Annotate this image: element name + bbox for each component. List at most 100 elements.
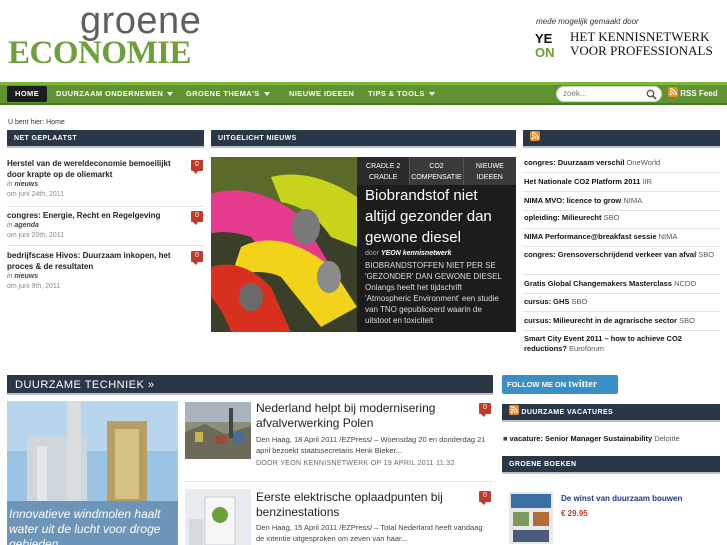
featured-author[interactable]: YEON kennisnetwerk (381, 250, 451, 257)
fuel-nozzles-photo[interactable] (211, 157, 357, 332)
comment-count-badge[interactable]: 0 (479, 403, 491, 417)
news-title-link[interactable]: congres: Energie, Recht en Regelgeving (7, 210, 187, 221)
vacatures-heading: DUURZAME VACATURES (502, 404, 720, 422)
feed-item-title: congres: Grensoverschrijdend verkeer van… (524, 250, 697, 259)
feed-item-source: SBO (679, 316, 695, 325)
featured-byline: door YEON kennisnetwerk (365, 248, 508, 260)
nav-groene-themas-label: GROENE THEMA'S (186, 89, 260, 98)
list-item[interactable]: opleiding: Milieurecht SBO (524, 213, 720, 223)
nav-tips-tools[interactable]: TIPS & TOOLS (368, 85, 435, 103)
feed-item-source: NCDO (674, 279, 697, 288)
list-item[interactable]: cursus: GHS SBO (524, 297, 720, 307)
story-title-link[interactable]: Eerste elektrische oplaadpunten bij benz… (256, 490, 476, 520)
feed-item-title: cursus: GHS (524, 297, 570, 306)
news-date: om juni 20th, 2011 (7, 232, 65, 239)
nav-nieuwe-ideeen[interactable]: NIEUWE IDEEEN (289, 85, 354, 103)
comment-count-badge[interactable]: 0 (479, 491, 491, 505)
featured-title[interactable]: Biobrandstof niet altijd gezonder dan ge… (365, 185, 508, 248)
charging-point-photo[interactable] (185, 489, 251, 545)
search-input[interactable]: zoek... (556, 86, 662, 102)
sponsor-name[interactable]: HET KENNISNETWERK VOOR PROFESSIONALS (570, 30, 713, 58)
divider (7, 206, 204, 207)
feed-item-source: NIMA (623, 196, 643, 205)
comment-count-badge[interactable]: 0 (191, 160, 203, 174)
rss-icon (668, 87, 678, 97)
net-geplaatst-heading: NET GEPLAATST (7, 130, 204, 148)
vacature-source: Deloitte (654, 434, 680, 443)
rss-icon[interactable] (509, 405, 519, 415)
book-title-link[interactable]: De winst van duurzaam bouwen (561, 494, 682, 503)
sponsor-name-line-1: HET KENNISNETWERK (570, 29, 710, 44)
feed-item-source: IIR (642, 177, 652, 186)
list-item[interactable]: NIMA MVO: licence to grow NIMA (524, 196, 720, 206)
feed-item-title: NIMA MVO: licence to grow (524, 196, 622, 205)
news-category: in nieuws (7, 272, 187, 282)
rss-icon[interactable] (530, 131, 540, 141)
book-price: € 29.95 (561, 509, 588, 518)
category-link[interactable]: nieuws (14, 181, 38, 188)
divider (523, 228, 720, 229)
divider (523, 246, 720, 247)
divider (185, 481, 493, 482)
divider (523, 172, 720, 173)
comment-count-badge[interactable]: 0 (191, 251, 203, 265)
news-category: in agenda (7, 221, 187, 231)
chevron-down-icon (263, 92, 270, 97)
chevron-down-icon (167, 92, 174, 97)
list-item[interactable]: congres: Duurzaam verschil OneWorld (524, 158, 720, 168)
list-item[interactable]: congres: Grensoverschrijdend verkeer van… (524, 250, 720, 260)
feed-item-title: Het Nationale CO2 Platform 2011 (524, 177, 641, 186)
nav-groene-themas[interactable]: GROENE THEMA'S (186, 85, 270, 103)
comment-count-badge[interactable]: 0 (191, 211, 203, 225)
news-date: om juni 9th, 2011 (7, 283, 61, 290)
rss-feed-label: RSS Feed (680, 89, 718, 98)
story-byline: DOOR YEON KENNISNETWERK OP 19 APRIL 2011… (256, 460, 455, 467)
list-item[interactable]: Het Nationale CO2 Platform 2011 IIR (524, 177, 720, 187)
brand-word-economie[interactable]: ECONOMIE (8, 36, 192, 70)
featured-slider[interactable]: CRADLE 2 CRADLE CO2 COMPENSATIE NIEUWE I… (211, 157, 516, 332)
nav-tips-tools-label: TIPS & TOOLS (368, 89, 425, 98)
list-item[interactable]: Gratis Global Changemakers Masterclass N… (524, 279, 720, 289)
list-item[interactable]: Smart City Event 2011 – how to achieve C… (524, 334, 720, 354)
list-item[interactable]: ■ vacature: Senior Manager Sustainabilit… (503, 434, 680, 443)
nav-duurzaam-ondernemen[interactable]: DUURZAAM ONDERNEMEN (56, 85, 174, 103)
tab-cradle-2-cradle[interactable]: CRADLE 2 CRADLE (357, 157, 411, 185)
featured-by-prefix: door (365, 250, 380, 257)
tab-co2-compensatie[interactable]: CO2 COMPENSATIE (410, 157, 464, 185)
vacatures-heading-label: DUURZAME VACATURES (521, 409, 614, 416)
news-category-prefix: in (7, 181, 13, 188)
news-category: in nieuws (7, 180, 187, 190)
feed-item-source: SBO (698, 250, 715, 259)
feed-item-source: SBO (603, 213, 620, 222)
yeon-logo-icon[interactable]: YE ON (534, 30, 564, 58)
story-excerpt: Den Haag, 18 April 2011 /EZPress/ – Woen… (256, 435, 486, 455)
recycling-photo[interactable] (185, 402, 251, 459)
story-title-link[interactable]: Nederland helpt bij modernisering afvalv… (256, 401, 476, 431)
tab-nieuwe-ideeen[interactable]: NIEUWE IDEEEN (463, 157, 516, 185)
list-item[interactable]: cursus: Milieurecht in de agrarische sec… (524, 316, 720, 326)
rss-feed-link[interactable]: RSS Feed (668, 87, 718, 100)
groene-boeken-heading: GROENE BOEKEN (502, 456, 720, 474)
nav-home[interactable]: HOME (7, 86, 48, 102)
vacature-title: vacature: Senior Manager Sustainability (509, 434, 653, 443)
windmill-lead-story[interactable]: Innovatieve windmolen haalt water uit de… (7, 401, 178, 545)
featured-panel: Biobrandstof niet altijd gezonder dan ge… (357, 185, 516, 332)
feed-item-title: Gratis Global Changemakers Masterclass (524, 279, 672, 288)
news-title-link[interactable]: Herstel van de wereldeconomie bemoeilijk… (7, 158, 187, 180)
divider (523, 191, 720, 192)
news-title-link[interactable]: bedrijfscase Hivos: Duurzaam inkopen, he… (7, 250, 187, 272)
book-cover-image[interactable] (509, 492, 553, 544)
featured-tabs: CRADLE 2 CRADLE CO2 COMPENSATIE NIEUWE I… (357, 157, 516, 185)
twitter-logo-icon: twitter (568, 379, 598, 390)
duurzame-techniek-heading[interactable]: DUURZAME TECHNIEK » (7, 375, 493, 395)
follow-twitter-button[interactable]: FOLLOW ME ON twitter (502, 375, 618, 394)
feed-item-source: OneWorld (626, 158, 661, 167)
list-item: bedrijfscase Hivos: Duurzaam inkopen, he… (7, 250, 187, 292)
category-link[interactable]: nieuws (14, 273, 38, 280)
list-item[interactable]: NIMA Performance@breakfast sessie NIMA (524, 232, 720, 242)
svg-text:ON: ON (535, 45, 555, 58)
divider (523, 311, 720, 312)
category-link[interactable]: agenda (14, 222, 39, 229)
bullet-icon: ■ (503, 434, 508, 443)
search-icon[interactable] (646, 89, 657, 100)
